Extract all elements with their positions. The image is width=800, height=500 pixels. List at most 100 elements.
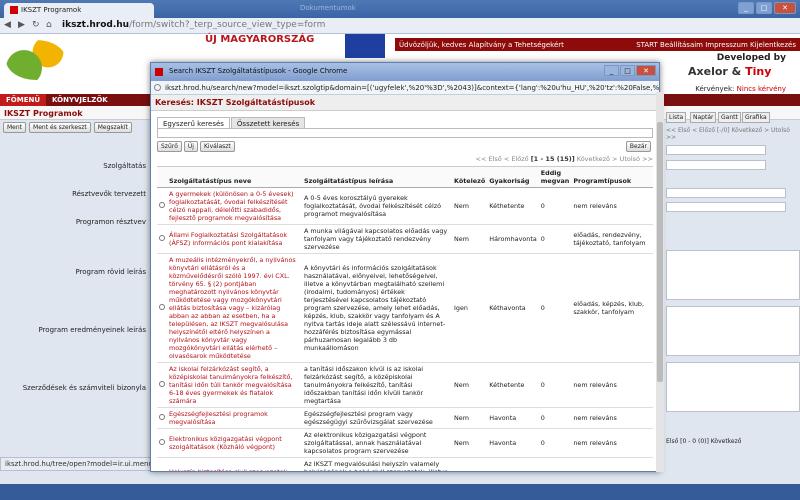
- popup-address-bar[interactable]: ikszt.hrod.hu/search/new?model=ikszt.szo…: [151, 81, 659, 95]
- header-links[interactable]: START Beállításaim Impresszum Kijelentke…: [636, 41, 796, 49]
- row-radio[interactable]: [157, 253, 167, 363]
- table-cell-name[interactable]: Az iskolai felzárkózást segítő, a középi…: [167, 362, 302, 408]
- table-cell-name[interactable]: Állami Foglalkoztatási Szolgáltatások (Á…: [167, 224, 302, 254]
- tab-lista[interactable]: Lista: [666, 112, 687, 123]
- field-label: Résztvevők tervezett: [72, 190, 146, 198]
- textarea[interactable]: [666, 250, 800, 300]
- column-header[interactable]: Programtípusok: [571, 167, 653, 188]
- popup-scrollbar[interactable]: [656, 92, 664, 472]
- text-input[interactable]: [666, 188, 786, 198]
- table-row[interactable]: Állami Foglalkoztatási Szolgáltatások (Á…: [157, 224, 653, 254]
- table-row[interactable]: A gyermekek (különösen a 0-5 évesek) fog…: [157, 187, 653, 225]
- radio-button-icon[interactable]: [159, 439, 165, 445]
- background-right-panel: Lista Naptár Gantt Grafika << Első < Elő…: [660, 110, 800, 470]
- table-row[interactable]: Egészségfejlesztési programok megvalósít…: [157, 407, 653, 429]
- menu-fomenu[interactable]: FŐMENÜ: [0, 94, 47, 106]
- cancel-button[interactable]: Megszakít: [93, 122, 132, 133]
- table-cell-name[interactable]: Elektronikus közigazgatási végpont szolg…: [167, 428, 302, 458]
- textarea[interactable]: [666, 306, 800, 356]
- column-header[interactable]: Gyakoriság: [487, 167, 539, 188]
- popup-heading: Keresés: IKSZT Szolgáltatástípusok: [151, 95, 659, 111]
- textarea[interactable]: [666, 362, 800, 412]
- radio-button-icon[interactable]: [159, 235, 165, 241]
- popup-titlebar: Search IKSZT Szolgáltatástípusok - Googl…: [151, 63, 659, 81]
- back-icon[interactable]: ◀: [4, 20, 11, 30]
- page-info-icon: [154, 84, 161, 91]
- save-edit-button[interactable]: Ment és szerkeszt: [29, 122, 91, 133]
- row-radio[interactable]: [157, 457, 167, 471]
- reload-icon[interactable]: ↻: [32, 20, 40, 30]
- field-label: Program eredményeinek leírás: [38, 326, 146, 334]
- column-header-radio: [157, 167, 167, 188]
- table-row[interactable]: A muzeális intézményekről, a nyilvános k…: [157, 253, 653, 363]
- minimize-icon[interactable]: _: [604, 65, 619, 76]
- table-cell-kotelezo: Nem: [452, 457, 488, 471]
- text-input[interactable]: [666, 160, 766, 170]
- table-cell-name[interactable]: A gyermekek (különösen a 0-5 évesek) fog…: [167, 187, 302, 225]
- table-cell-desc: Az elektronikus közigazgatási végpont sz…: [302, 428, 452, 458]
- popup-buttons: Szűrő Új Kiválaszt Bezár: [157, 141, 653, 152]
- header-bar: Üdvözöljük, kedves Alapítvány a Tehetség…: [395, 38, 800, 51]
- field-label: Szerződések és számviteli bizonyla: [22, 384, 146, 392]
- maximize-icon[interactable]: □: [756, 2, 772, 14]
- column-header[interactable]: Eddig megvan: [538, 167, 572, 188]
- row-radio[interactable]: [157, 187, 167, 225]
- right-pager-bottom[interactable]: Első [0 - 0 (0)] Következő: [666, 438, 741, 445]
- address-bar[interactable]: ikszt.hrod.hu/form/switch?_terp_source_v…: [62, 20, 325, 30]
- browser-titlebar: IKSZT Programok Dokumentumok _ □ ✕: [0, 0, 800, 18]
- pager-prev[interactable]: << Első < Előző: [476, 155, 529, 163]
- table-row[interactable]: Az iskolai felzárkózást segítő, a középi…: [157, 362, 653, 408]
- radio-button-icon[interactable]: [159, 381, 165, 387]
- table-cell-name[interactable]: Egészségfejlesztési programok megvalósít…: [167, 407, 302, 429]
- column-header[interactable]: Kötelező: [452, 167, 488, 188]
- menu-konyvjelzok[interactable]: KÖNYVJELZŐK: [46, 94, 114, 106]
- row-radio[interactable]: [157, 407, 167, 429]
- browser-tab[interactable]: IKSZT Programok: [4, 3, 154, 18]
- browser-navbar: ◀ ▶ ↻ ⌂ ikszt.hrod.hu/form/switch?_terp_…: [0, 18, 800, 34]
- table-cell-prog: nem releváns: [571, 428, 653, 458]
- popup-pager: << Első < Előző [1 - 15 (15)] Következő …: [157, 155, 653, 163]
- table-row[interactable]: Helyszín biztosítása civil szervezetek s…: [157, 457, 653, 471]
- table-cell-eddig: 0: [538, 253, 572, 363]
- table-cell-name[interactable]: A muzeális intézményekről, a nyilvános k…: [167, 253, 302, 363]
- maximize-icon[interactable]: □: [620, 65, 635, 76]
- table-cell-name[interactable]: Helyszín biztosítása civil szervezetek s…: [167, 457, 302, 471]
- text-input[interactable]: [666, 202, 786, 212]
- minimize-icon[interactable]: _: [738, 2, 754, 14]
- close-icon[interactable]: ✕: [774, 2, 796, 14]
- home-icon[interactable]: ⌂: [46, 20, 52, 30]
- radio-button-icon[interactable]: [159, 414, 165, 420]
- field-label: Programon résztvev: [75, 218, 146, 226]
- tab-title: IKSZT Programok: [21, 6, 82, 14]
- text-input[interactable]: [666, 145, 766, 155]
- select-button[interactable]: Kiválaszt: [199, 141, 235, 152]
- tab-naptar[interactable]: Naptár: [690, 112, 717, 123]
- radio-button-icon[interactable]: [159, 304, 165, 310]
- kervenyek-link[interactable]: Nincs kérvény: [737, 85, 786, 93]
- column-header[interactable]: Szolgáltatástípus neve: [167, 167, 302, 188]
- tab-grafika[interactable]: Grafika: [742, 112, 770, 123]
- close-icon[interactable]: ✕: [636, 65, 656, 76]
- save-button[interactable]: Ment: [3, 122, 27, 133]
- pager-next[interactable]: Következő > Utolsó >>: [577, 155, 653, 163]
- scrollbar-thumb[interactable]: [657, 122, 663, 382]
- search-popup-window: Search IKSZT Szolgáltatástípusok - Googl…: [150, 62, 660, 472]
- partner-logos: Axelor & Tiny: [688, 65, 772, 78]
- table-cell-prog: előadás, rendezvény, tájékoztató, tanfol…: [571, 224, 653, 254]
- table-cell-eddig: 0: [538, 428, 572, 458]
- table-cell-kotelezo: Nem: [452, 428, 488, 458]
- column-header[interactable]: Szolgáltatástípus leírása: [302, 167, 452, 188]
- table-cell-desc: a tanítási időszakon kívül is az iskolai…: [302, 362, 452, 408]
- table-row[interactable]: Elektronikus közigazgatási végpont szolg…: [157, 428, 653, 458]
- close-button[interactable]: Bezár: [625, 141, 651, 152]
- tab-gantt[interactable]: Gantt: [718, 112, 741, 123]
- forward-icon[interactable]: ▶: [18, 20, 25, 30]
- filter-button[interactable]: Szűrő: [157, 141, 182, 152]
- radio-button-icon[interactable]: [159, 202, 165, 208]
- row-radio[interactable]: [157, 428, 167, 458]
- new-button[interactable]: Új: [183, 141, 198, 152]
- row-radio[interactable]: [157, 224, 167, 254]
- table-cell-eddig: 0: [538, 187, 572, 225]
- row-radio[interactable]: [157, 362, 167, 408]
- right-pager[interactable]: << Első < Előző [-/0] Következő > Utolsó…: [666, 127, 800, 141]
